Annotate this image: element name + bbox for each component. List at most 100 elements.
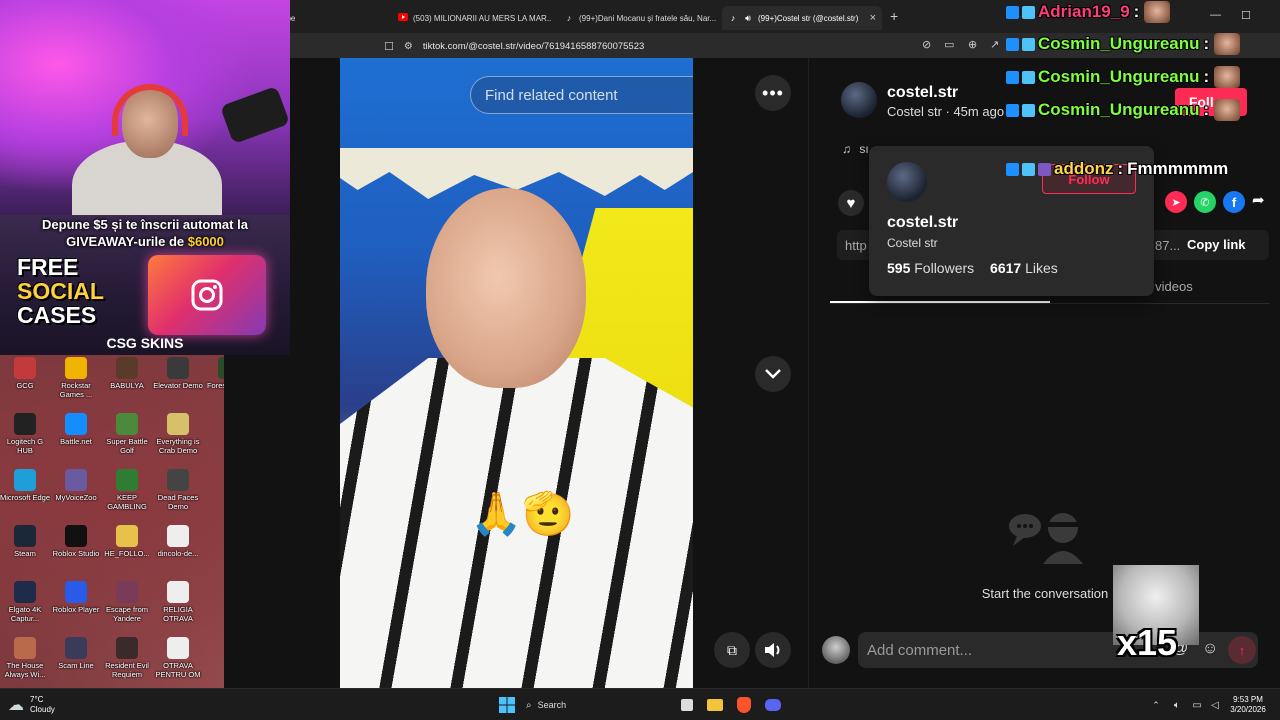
share-more-button[interactable]: ➦ [1252,191,1265,209]
more-icon: ••• [762,82,784,103]
badge-icon [1006,37,1019,51]
desktop-shortcut-label: Elgato 4K Captur... [8,605,42,623]
desktop-shortcut[interactable]: Dead Faces Demo [153,467,203,523]
panel-divider [808,58,809,688]
task-view-icon[interactable] [680,695,694,715]
desktop-shortcut[interactable]: Steam [0,523,50,579]
desktop-shortcut[interactable]: Escape from Yandere [102,579,152,635]
file-explorer-icon[interactable] [706,695,724,715]
share-icon[interactable]: ↗ [990,38,999,51]
card-nickname: Costel str [887,236,938,250]
desktop-icon-row: Microsoft Edge MyVoiceZoo KEEP GAMBLING Dea… [0,467,224,523]
desktop-shortcut[interactable]: Elevator Demo [153,355,203,411]
comment-input[interactable] [867,641,1117,659]
promo-big-1: FREE [17,254,79,280]
desktop-shortcut[interactable]: Microsoft Edge [0,467,50,523]
copy-link-button[interactable]: Copy link [1187,237,1246,252]
post-comment-button[interactable]: ↑ [1228,636,1256,664]
volume-icon [765,643,780,657]
discord-icon[interactable] [764,695,782,715]
desktop-shortcut[interactable]: Elgato 4K Captur... [0,579,50,635]
zoom-icon[interactable]: ⊕ [968,38,977,51]
tracking-off-icon[interactable]: ⊘ [922,38,931,51]
game-icon [167,469,189,491]
desktop-shortcut-label: Microsoft Edge [0,493,51,502]
brave-icon[interactable] [735,695,753,715]
weather-widget[interactable]: ☁ 7°C Cloudy [8,695,88,715]
tab-youtube-2[interactable]: (503) MILIONARII AU MERS LA MAR... [392,6,552,30]
desktop-shortcut[interactable]: BABULYA [102,355,152,411]
tray-chevron-icon[interactable]: ⌃ [1150,695,1162,715]
network-icon[interactable]: ▭ [1190,695,1204,715]
desktop-shortcut[interactable]: Logitech G HUB [0,411,50,467]
desktop-shortcut-label: Resident Evil Requiem [105,661,149,679]
desktop-shortcut[interactable]: OTRAVA PENTRU OM [153,635,203,691]
desktop-shortcut[interactable]: Roblox Player [51,579,101,635]
file-icon [167,525,189,547]
desktop-shortcut-label: OTRAVA PENTRU OM [155,661,201,679]
start-button[interactable] [498,695,516,715]
chat-username: Cosmin_Ungureanu [1038,67,1200,86]
volume-button[interactable] [755,632,791,668]
bookmark-icon[interactable]: ☐ [384,40,394,53]
chevron-down-icon [765,369,781,379]
desktop-shortcut[interactable]: MyVoiceZoo [51,467,101,523]
desktop-shortcut[interactable]: HE_FOLLO... [102,523,152,579]
desktop-shortcut[interactable]: Everything is Crab Demo [153,411,203,467]
likes-label: Likes [1025,260,1058,276]
site-info-icon[interactable]: ⚙ [404,41,413,52]
tab-tiktok-1[interactable]: ♪ (99+)Dani Mocanu și fratele său, Nar..… [558,6,718,30]
close-icon[interactable]: × [870,12,876,24]
card-username[interactable]: costel.str [887,214,958,232]
like-button[interactable]: ♥ [838,190,864,216]
desktop-shortcut[interactable]: Scam Line [51,635,101,691]
desktop-shortcut[interactable]: Roblox Studio [51,523,101,579]
author-username[interactable]: costel.str [887,84,958,102]
desktop-shortcut[interactable]: Rockstar Games ... [51,355,101,411]
volume-tray-icon[interactable]: ◁ [1208,695,1222,715]
taskbar-search[interactable]: ⌕ Search [526,695,666,715]
video-player[interactable]: 🙏🫡 [340,58,693,688]
arrow-up-icon: ↑ [1238,642,1246,658]
share-facebook-button[interactable]: f [1223,191,1245,213]
card-avatar[interactable] [887,162,927,202]
tab-divider [830,303,1270,304]
speaker-icon[interactable]: 🔈︎ [1170,695,1184,715]
desktop-shortcut[interactable]: KEEP GAMBLING [102,467,152,523]
tab-label: (99+)Dani Mocanu și fratele său, Nar... [579,13,717,23]
more-options-button[interactable]: ••• [755,75,791,111]
share-whatsapp-button[interactable]: ✆ [1194,191,1216,213]
tab-youtube-1[interactable]: ube [276,6,392,30]
author-avatar[interactable] [841,82,877,118]
badge-icon [1022,70,1035,84]
desktop-shortcut[interactable]: dincolo-de... [153,523,203,579]
desktop-shortcut[interactable]: The House Always Wi... [0,635,50,691]
desktop-shortcut[interactable]: Resident Evil Requiem [102,635,152,691]
desktop-shortcut[interactable]: GCG [0,355,50,411]
tab-tiktok-active[interactable]: ♪ 🔊︎ (99+)Costel str (@costel.str) | × [722,6,882,30]
cast-icon[interactable]: ▭ [944,38,954,51]
music-row[interactable]: ♫ sı [842,142,869,156]
maximize-button[interactable]: ☐ [1241,9,1251,22]
share-arrow-icon: ➦ [1252,192,1265,209]
floating-player-button[interactable]: ⧉ [714,632,750,668]
webcam-overlay [0,0,290,215]
video-area: 🙏🫡 ••• ⧉ [224,58,808,688]
new-tab-button[interactable]: + [890,8,898,24]
desktop-shortcut-label: HE_FOLLO... [104,549,150,558]
facebook-icon: f [1231,194,1237,210]
desktop-shortcut[interactable]: Super Battle Golf [102,411,152,467]
music-note-icon: ♫ [842,142,851,156]
link-prefix: http [845,238,867,253]
clock[interactable]: 9:53 PM 3/20/2026 [1226,695,1270,715]
minimize-button[interactable]: — [1210,9,1221,21]
share-tiktok-button[interactable]: ➤ [1165,191,1187,213]
emoji-icon[interactable]: ☺ [1202,640,1218,658]
related-search-input[interactable] [485,86,693,104]
promo-big-2: SOCIAL [17,278,104,304]
desktop-shortcut[interactable]: Battle.net [51,411,101,467]
desktop-shortcut[interactable]: RELIGIA OTRAVA [153,579,203,635]
taskbar-search-label: Search [537,700,567,710]
related-search-bar[interactable] [470,76,693,114]
next-video-button[interactable] [755,356,791,392]
